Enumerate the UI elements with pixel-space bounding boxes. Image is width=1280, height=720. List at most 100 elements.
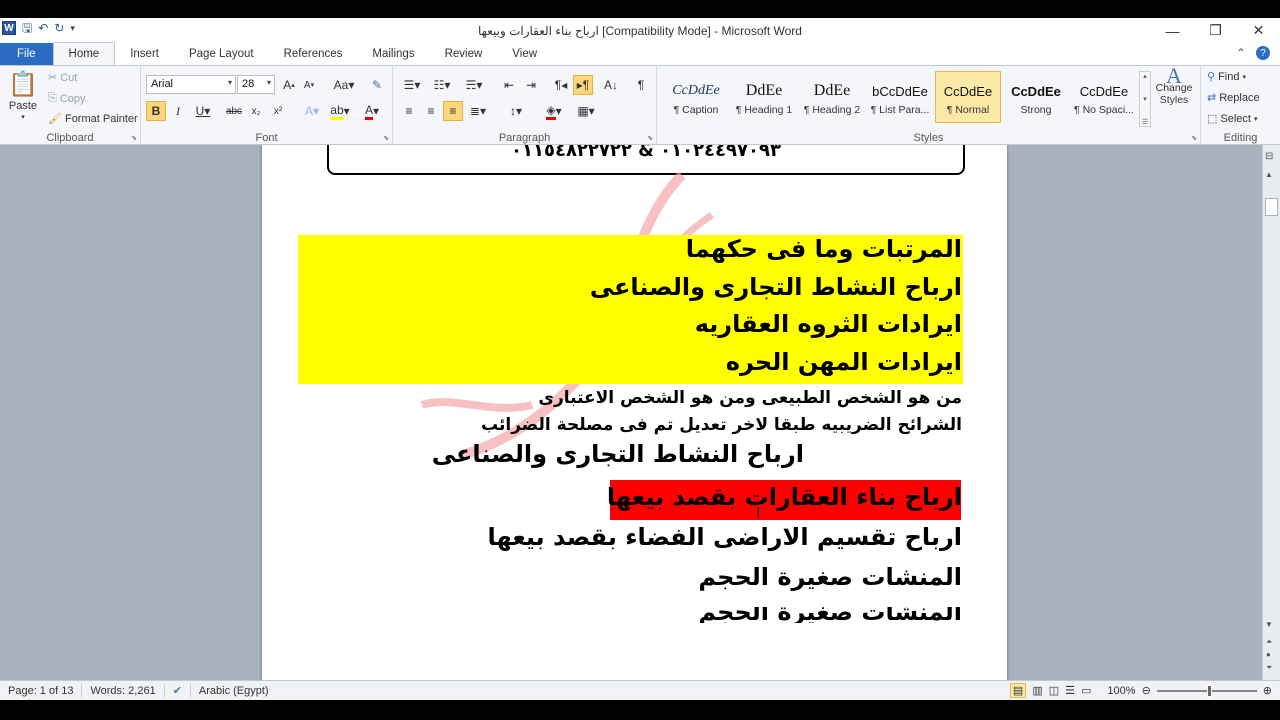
minimize-button[interactable]: — (1151, 18, 1194, 43)
zoom-out-icon[interactable]: ⊖ (1142, 684, 1151, 697)
shrink-font-icon[interactable]: A ▾ (299, 75, 319, 95)
zoom-level[interactable]: 100% (1107, 685, 1135, 697)
tab-file[interactable]: File (0, 43, 53, 65)
cut-button[interactable]: ✂ Cut (48, 71, 77, 85)
outline-icon[interactable]: ☰ (1065, 684, 1075, 697)
minimize-ribbon-icon[interactable]: ⌃ (1236, 46, 1246, 60)
font-name-combo[interactable]: Arial ▾ (146, 75, 236, 94)
group-label: Font (255, 132, 278, 144)
font-size-combo[interactable]: 28 ▾ (237, 75, 275, 94)
proofing-icon[interactable]: ✔ (165, 683, 191, 698)
justify-icon[interactable]: ≣▾ (465, 101, 491, 121)
dialog-launcher-icon[interactable]: ⬊ (383, 134, 389, 142)
tab-insert[interactable]: Insert (115, 43, 174, 65)
subscript-button[interactable]: x₂ (246, 101, 266, 121)
multilevel-list-icon[interactable]: ☴▾ (461, 75, 487, 95)
tab-review[interactable]: Review (430, 43, 498, 65)
vertical-scrollbar[interactable]: ⊟ ▲ ▼ ⏶ ● ⏷ (1262, 145, 1280, 680)
tab-home[interactable]: Home (52, 42, 116, 65)
zoom-slider-thumb[interactable] (1206, 684, 1212, 697)
show-marks-icon[interactable]: ¶ (631, 75, 651, 95)
shading-icon[interactable]: ◈ ▾ (541, 101, 567, 121)
draft-icon[interactable]: ▭ (1081, 684, 1091, 697)
doc-line: ارباح النشاط التجارى والصناعى (431, 440, 804, 468)
group-label: Paragraph (498, 132, 551, 144)
text-effects-icon[interactable]: A▾ (299, 101, 325, 121)
tab-view[interactable]: View (497, 43, 552, 65)
clear-formatting-icon[interactable]: ✎ (367, 75, 387, 95)
decrease-indent-icon[interactable]: ⇤ (499, 75, 519, 95)
document-page[interactable]: ٠١٠٢٤٤٩٧٠٩٣ & ٠١١٥٤٨٢٢٧٢٢ المرتبات وما ف… (262, 145, 1007, 680)
align-center-icon[interactable]: ≡ (421, 101, 441, 121)
underline-button[interactable]: U▾ (190, 101, 216, 121)
scroll-thumb[interactable] (1265, 198, 1278, 216)
styles-scroll[interactable]: ▴ ▾ ☰ (1139, 71, 1151, 127)
zoom-in-icon[interactable]: ⊕ (1263, 684, 1272, 697)
style-no-spacing[interactable]: CcDdEe ¶ No Spaci... (1071, 71, 1137, 123)
highlight-color-icon[interactable]: ab ▾ (327, 101, 353, 121)
rtl-icon[interactable]: ▸¶ (573, 75, 593, 95)
select-button[interactable]: ⬚ Select ▾ (1207, 112, 1258, 126)
ribbon-tabs: File Home Insert Page Layout References … (0, 42, 1280, 65)
sort-icon[interactable]: A↓ (601, 75, 621, 95)
bullets-icon[interactable]: ☰▾ (399, 75, 425, 95)
tab-references[interactable]: References (269, 43, 358, 65)
increase-indent-icon[interactable]: ⇥ (521, 75, 541, 95)
prev-page-icon[interactable]: ⏶ (1266, 637, 1272, 647)
change-styles-icon: A (1166, 63, 1182, 88)
style-caption[interactable]: CcDdEe ¶ Caption (663, 71, 729, 123)
tab-page-layout[interactable]: Page Layout (174, 43, 269, 65)
help-icon[interactable]: ? (1256, 46, 1270, 60)
browse-object-icon[interactable]: ● (1266, 650, 1271, 659)
bold-button[interactable]: B (146, 101, 166, 121)
zoom-slider[interactable] (1156, 684, 1257, 697)
doc-line-partial: المنشات صغيرة الحجم (698, 607, 962, 623)
group-label: Editing (1223, 132, 1258, 144)
style-list-paragraph[interactable]: bCcDdEe ¶ List Para... (867, 71, 933, 123)
align-left-icon[interactable]: ≡ (399, 101, 419, 121)
style-normal[interactable]: CcDdEe ¶ Normal (935, 71, 1001, 123)
grow-font-icon[interactable]: A ▴ (279, 75, 299, 95)
next-page-icon[interactable]: ⏷ (1266, 663, 1272, 673)
document-area[interactable]: ٠١٠٢٤٤٩٧٠٩٣ & ٠١١٥٤٨٢٢٧٢٢ المرتبات وما ف… (0, 145, 1262, 680)
tab-mailings[interactable]: Mailings (357, 43, 429, 65)
group-label: Clipboard (46, 132, 94, 144)
word-count[interactable]: Words: 2,261 (82, 683, 165, 698)
style-strong[interactable]: CcDdEe Strong (1003, 71, 1069, 123)
scroll-up-icon[interactable]: ▲ (1265, 170, 1273, 179)
web-layout-icon[interactable]: ◫ (1049, 684, 1059, 697)
dialog-launcher-icon[interactable]: ⬊ (131, 134, 137, 142)
find-button[interactable]: ⚲ Find ▾ (1207, 70, 1246, 84)
copy-button[interactable]: ⎘ Copy (48, 92, 86, 105)
page-count[interactable]: Page: 1 of 13 (0, 683, 83, 698)
strikethrough-button[interactable]: abc (224, 101, 244, 121)
change-case-icon[interactable]: Aa▾ (331, 75, 357, 95)
borders-icon[interactable]: ▦▾ (573, 101, 599, 121)
dialog-launcher-icon[interactable]: ⬊ (647, 134, 653, 142)
restore-button[interactable]: ❐ (1194, 18, 1237, 43)
line-spacing-icon[interactable]: ↕▾ (503, 101, 529, 121)
doc-line: من هو الشخص الطبيعى ومن هو الشخص الاعتبا… (538, 388, 962, 408)
print-layout-icon[interactable]: ▤ (1009, 683, 1027, 698)
close-button[interactable]: ✕ (1237, 18, 1280, 43)
style-heading-2[interactable]: DdEe ¶ Heading 2 (799, 71, 865, 123)
replace-button[interactable]: ⇄ Replace (1207, 91, 1260, 105)
format-painter-button[interactable]: 🖌 Format Painter (48, 112, 138, 126)
ltr-icon[interactable]: ¶◂ (551, 75, 571, 95)
ruler-toggle-icon[interactable]: ⊟ (1265, 151, 1273, 162)
numbering-icon[interactable]: ☷▾ (429, 75, 455, 95)
paste-button[interactable]: 📋 Paste ▾ (8, 70, 38, 121)
style-heading-1[interactable]: DdEe ¶ Heading 1 (731, 71, 797, 123)
full-screen-reading-icon[interactable]: ▥ (1032, 684, 1042, 697)
language[interactable]: Arabic (Egypt) (191, 684, 277, 698)
scroll-down-icon[interactable]: ▼ (1265, 620, 1273, 629)
font-color-icon[interactable]: A ▾ (359, 101, 385, 121)
superscript-button[interactable]: x² (268, 101, 288, 121)
change-styles-button[interactable]: A Change Styles (1153, 63, 1195, 107)
binoculars-icon: ⚲ (1207, 71, 1216, 83)
chevron-down-icon: ▾ (266, 78, 271, 87)
dialog-launcher-icon[interactable]: ⬊ (1191, 134, 1197, 142)
chevron-down-icon: ▾ (1242, 73, 1246, 81)
italic-button[interactable]: I (168, 101, 188, 121)
align-right-icon[interactable]: ≡ (443, 101, 463, 121)
